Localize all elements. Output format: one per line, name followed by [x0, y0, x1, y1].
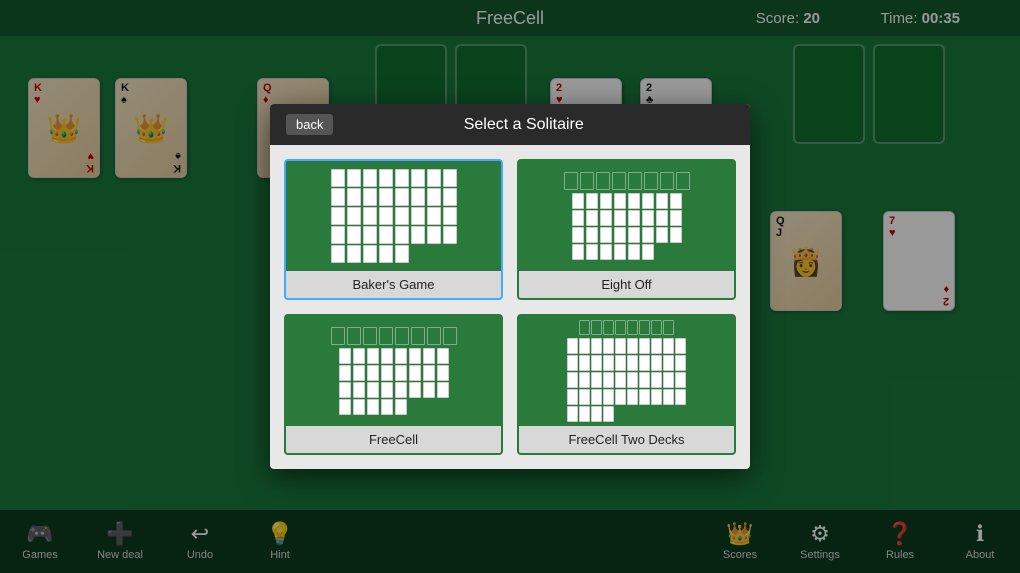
bakers-game-label: Baker's Game — [286, 271, 501, 298]
freecell-label: FreeCell — [286, 426, 501, 453]
two-decks-top-row — [579, 320, 674, 335]
game-preview-freecell-two-decks — [519, 316, 734, 426]
freecell-cols — [339, 348, 449, 415]
eight-off-label: Eight Off — [519, 271, 734, 298]
select-solitaire-modal: back Select a Solitaire — [270, 104, 750, 469]
eight-off-bottom-row — [572, 193, 682, 260]
modal-header: back Select a Solitaire — [270, 104, 750, 145]
two-decks-preview — [567, 320, 686, 422]
modal-overlay[interactable]: back Select a Solitaire — [0, 0, 1020, 573]
freecell-top-row — [331, 327, 457, 345]
game-option-freecell[interactable]: FreeCell — [284, 314, 503, 455]
game-option-eight-off[interactable]: Eight Off — [517, 159, 736, 300]
game-option-freecell-two-decks[interactable]: FreeCell Two Decks — [517, 314, 736, 455]
two-decks-cols — [567, 338, 686, 422]
freecell-two-decks-label: FreeCell Two Decks — [519, 426, 734, 453]
modal-body: Baker's Game — [270, 145, 750, 469]
game-preview-freecell — [286, 316, 501, 426]
bakers-game-cards — [331, 169, 457, 263]
modal-back-button[interactable]: back — [286, 114, 333, 135]
eight-off-top-row — [564, 172, 690, 190]
eight-off-preview — [564, 172, 690, 260]
freecell-preview — [331, 327, 457, 415]
game-preview-bakers-game — [286, 161, 501, 271]
game-preview-eight-off — [519, 161, 734, 271]
game-option-bakers-game[interactable]: Baker's Game — [284, 159, 503, 300]
modal-title: Select a Solitaire — [353, 116, 694, 134]
